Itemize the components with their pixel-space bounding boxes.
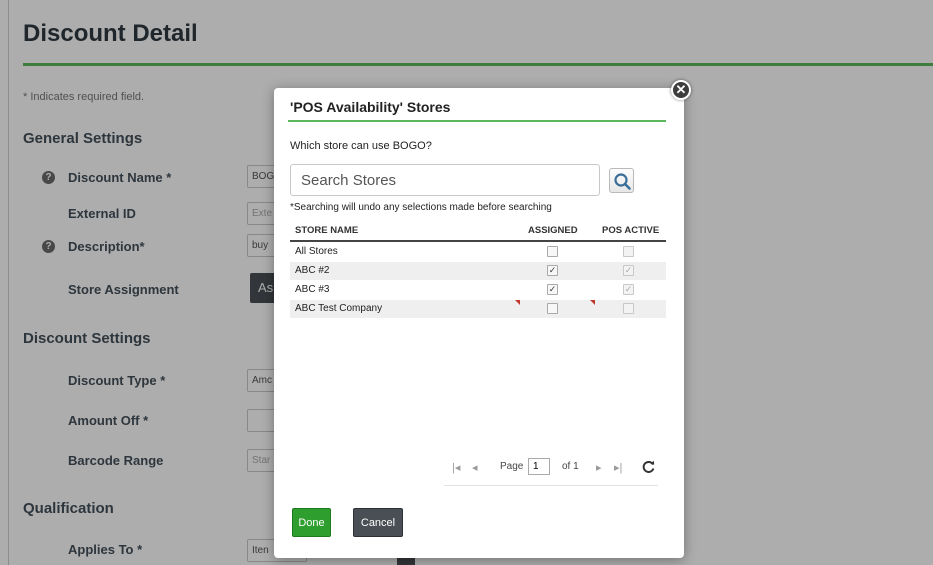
page-label: Page [500,461,524,472]
dirty-flag-icon [515,300,520,305]
pos-active-checkbox: ✓ [623,284,634,295]
modal-question: Which store can use BOGO? [290,140,432,152]
next-page-icon[interactable]: ▸ [596,461,602,474]
page-of-label: of 1 [562,461,579,472]
table-row[interactable]: ABC #3 ✓ ✓ [290,281,666,299]
assigned-checkbox[interactable]: ✓ [547,284,558,295]
table-row[interactable]: ABC Test Company [290,300,666,318]
search-icon [614,173,631,190]
column-header-store-name[interactable]: STORE NAME [295,225,358,236]
search-stores-input[interactable] [290,164,600,196]
store-name-cell: ABC #3 [295,284,330,295]
stores-grid-header: STORE NAME ASSIGNED POS ACTIVE [290,222,666,242]
pos-availability-modal: 'POS Availability' Stores Which store ca… [274,88,684,558]
table-row[interactable]: ABC #2 ✓ ✓ [290,262,666,280]
cancel-button[interactable]: Cancel [353,508,403,537]
first-page-icon[interactable]: |◂ [452,461,460,474]
store-name-cell: ABC #2 [295,265,330,276]
close-icon[interactable]: ✕ [671,80,691,100]
modal-title-divider [288,120,666,122]
prev-page-icon[interactable]: ◂ [472,461,478,474]
search-note: *Searching will undo any selections made… [290,202,552,213]
store-name-cell: ABC Test Company [295,303,383,314]
pager: |◂ ◂ Page of 1 ▸ ▸| [444,456,669,480]
page-number-input[interactable] [528,458,550,475]
modal-title: 'POS Availability' Stores [290,99,451,115]
table-row[interactable]: All Stores [290,243,666,261]
assigned-checkbox[interactable] [547,303,558,314]
done-button[interactable]: Done [292,508,331,537]
dirty-flag-icon [590,300,595,305]
pos-active-checkbox: ✓ [623,265,634,276]
assigned-checkbox[interactable] [547,246,558,257]
last-page-icon[interactable]: ▸| [614,461,622,474]
pager-divider [444,485,658,486]
column-header-pos-active[interactable]: POS ACTIVE [602,225,659,236]
refresh-icon[interactable] [641,459,656,474]
search-button[interactable] [609,168,634,193]
column-header-assigned[interactable]: ASSIGNED [528,225,578,236]
assigned-checkbox[interactable]: ✓ [547,265,558,276]
pos-active-checkbox [623,303,634,314]
store-name-cell: All Stores [295,246,338,257]
pos-active-checkbox [623,246,634,257]
